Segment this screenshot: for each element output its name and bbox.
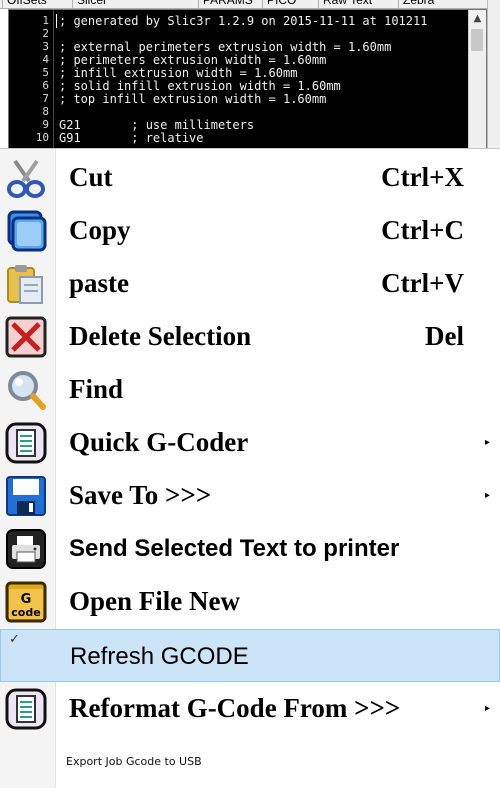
document-icon (5, 422, 47, 464)
line-number: 2 (42, 27, 49, 40)
code-line[interactable]: ; generated by Slic3r 1.2.9 on 2015-11-1… (59, 15, 427, 27)
scroll-thumb[interactable] (471, 29, 483, 51)
vertical-scrollbar[interactable]: ▲ (468, 10, 486, 153)
tab-offsets[interactable]: OffSets (2, 0, 51, 8)
menu-item-refresh-gcode[interactable]: ✓ Refresh GCODE (0, 629, 500, 682)
code-line[interactable]: ; infill extrusion width = 1.60mm (59, 67, 297, 79)
text-cursor (56, 14, 57, 28)
code-line[interactable]: G91 ; relative (59, 132, 204, 144)
menu-item-shortcut: Ctrl+X (381, 162, 464, 192)
line-number: 5 (42, 66, 49, 79)
menu-item-label: Save To >>> (69, 480, 212, 510)
gcode-icon-text: code (11, 606, 40, 619)
tab-raw-text[interactable]: Raw Text (318, 0, 376, 8)
paste-icon (7, 265, 43, 304)
menu-item-find[interactable]: Find (0, 363, 500, 416)
submenu-arrow-icon: ▸ (484, 437, 490, 448)
menu-item-label: Find (69, 374, 124, 404)
menu-item-reformat-gcode[interactable]: Reformat G-Code From >>> ▸ (0, 682, 500, 735)
menu-item-shortcut: Del (425, 321, 464, 351)
line-number: 3 (42, 40, 49, 53)
menu-item-paste[interactable]: paste Ctrl+V (0, 257, 500, 310)
tab-slicer[interactable]: Slicer (72, 0, 111, 8)
code-line[interactable]: ; top infill extrusion width = 1.60mm (59, 93, 326, 105)
menu-item-export-usb[interactable]: Export Job Gcode to USB (0, 742, 500, 782)
line-number: 7 (42, 92, 49, 105)
scroll-up-arrow-icon[interactable]: ▲ (469, 10, 486, 27)
gcode-editor[interactable]: 1 2 3 4 5 6 7 8 9 10 ; generated by Slic… (8, 9, 487, 154)
delete-icon (5, 316, 47, 358)
line-number: 10 (35, 131, 49, 144)
submenu-arrow-icon: ▸ (484, 703, 490, 714)
line-number: 4 (42, 53, 49, 66)
magnifier-icon (8, 371, 46, 410)
code-line[interactable]: ; external perimeters extrusion width = … (59, 41, 391, 53)
menu-item-label: Send Selected Text to printer (69, 535, 400, 562)
menu-item-delete-selection[interactable]: Delete Selection Del (0, 310, 500, 363)
menu-item-label: Reformat G-Code From >>> (69, 693, 401, 723)
menu-item-label: Open File New (69, 586, 240, 616)
menu-item-label: Cut (69, 162, 113, 192)
window-edge (487, 0, 500, 152)
menu-item-label: paste (69, 268, 129, 298)
menu-item-send-to-printer[interactable]: Send Selected Text to printer (0, 522, 500, 575)
code-line[interactable]: ; solid infill extrusion width = 1.60mm (59, 80, 341, 92)
menu-item-label: Export Job Gcode to USB (66, 755, 202, 768)
line-number: 8 (42, 105, 49, 118)
menu-item-shortcut: Ctrl+C (381, 215, 464, 245)
tab-params[interactable]: PARAMS (198, 0, 257, 8)
copy-icon (7, 210, 47, 252)
menu-item-label: Refresh GCODE (70, 643, 249, 670)
code-line[interactable]: G21 ; use millimeters (59, 119, 254, 131)
document-icon (5, 688, 47, 730)
tab-strip: OffSets Slicer PARAMS PICO Raw Text Zebr… (0, 0, 500, 9)
line-number: 9 (42, 118, 49, 131)
tab-pico[interactable]: PICO (262, 0, 300, 8)
line-number: 1 (42, 14, 49, 27)
line-number: 6 (42, 79, 49, 92)
menu-item-label: Delete Selection (69, 321, 252, 351)
line-number-gutter: 1 2 3 4 5 6 7 8 9 10 (9, 10, 54, 153)
menu-item-label: Quick G-Coder (69, 427, 249, 457)
code-line[interactable]: ; perimeters extrusion width = 1.60mm (59, 54, 326, 66)
submenu-arrow-icon: ▸ (484, 490, 490, 501)
menu-item-shortcut: Ctrl+V (381, 268, 464, 298)
gcode-icon-text: G (21, 592, 32, 607)
checkmark-icon: ✓ (9, 632, 20, 647)
menu-item-quick-g-coder[interactable]: Quick G-Coder ▸ (0, 416, 500, 469)
menu-item-save-to[interactable]: Save To >>> ▸ (0, 469, 500, 522)
context-menu: Cut Ctrl+X Copy Ctrl+C paste Ctrl+V Dele… (0, 148, 500, 788)
scissors-icon (7, 159, 45, 198)
tab-zebra[interactable]: Zebra (398, 0, 438, 8)
gcode-folder-icon: G code (5, 581, 47, 623)
printer-icon (6, 529, 46, 569)
menu-item-open-file-new[interactable]: G code Open File New (0, 575, 500, 628)
menu-item-copy[interactable]: Copy Ctrl+C (0, 204, 500, 257)
floppy-icon (6, 476, 46, 516)
menu-item-label: Copy (69, 215, 131, 245)
menu-item-cut[interactable]: Cut Ctrl+X (0, 151, 500, 204)
